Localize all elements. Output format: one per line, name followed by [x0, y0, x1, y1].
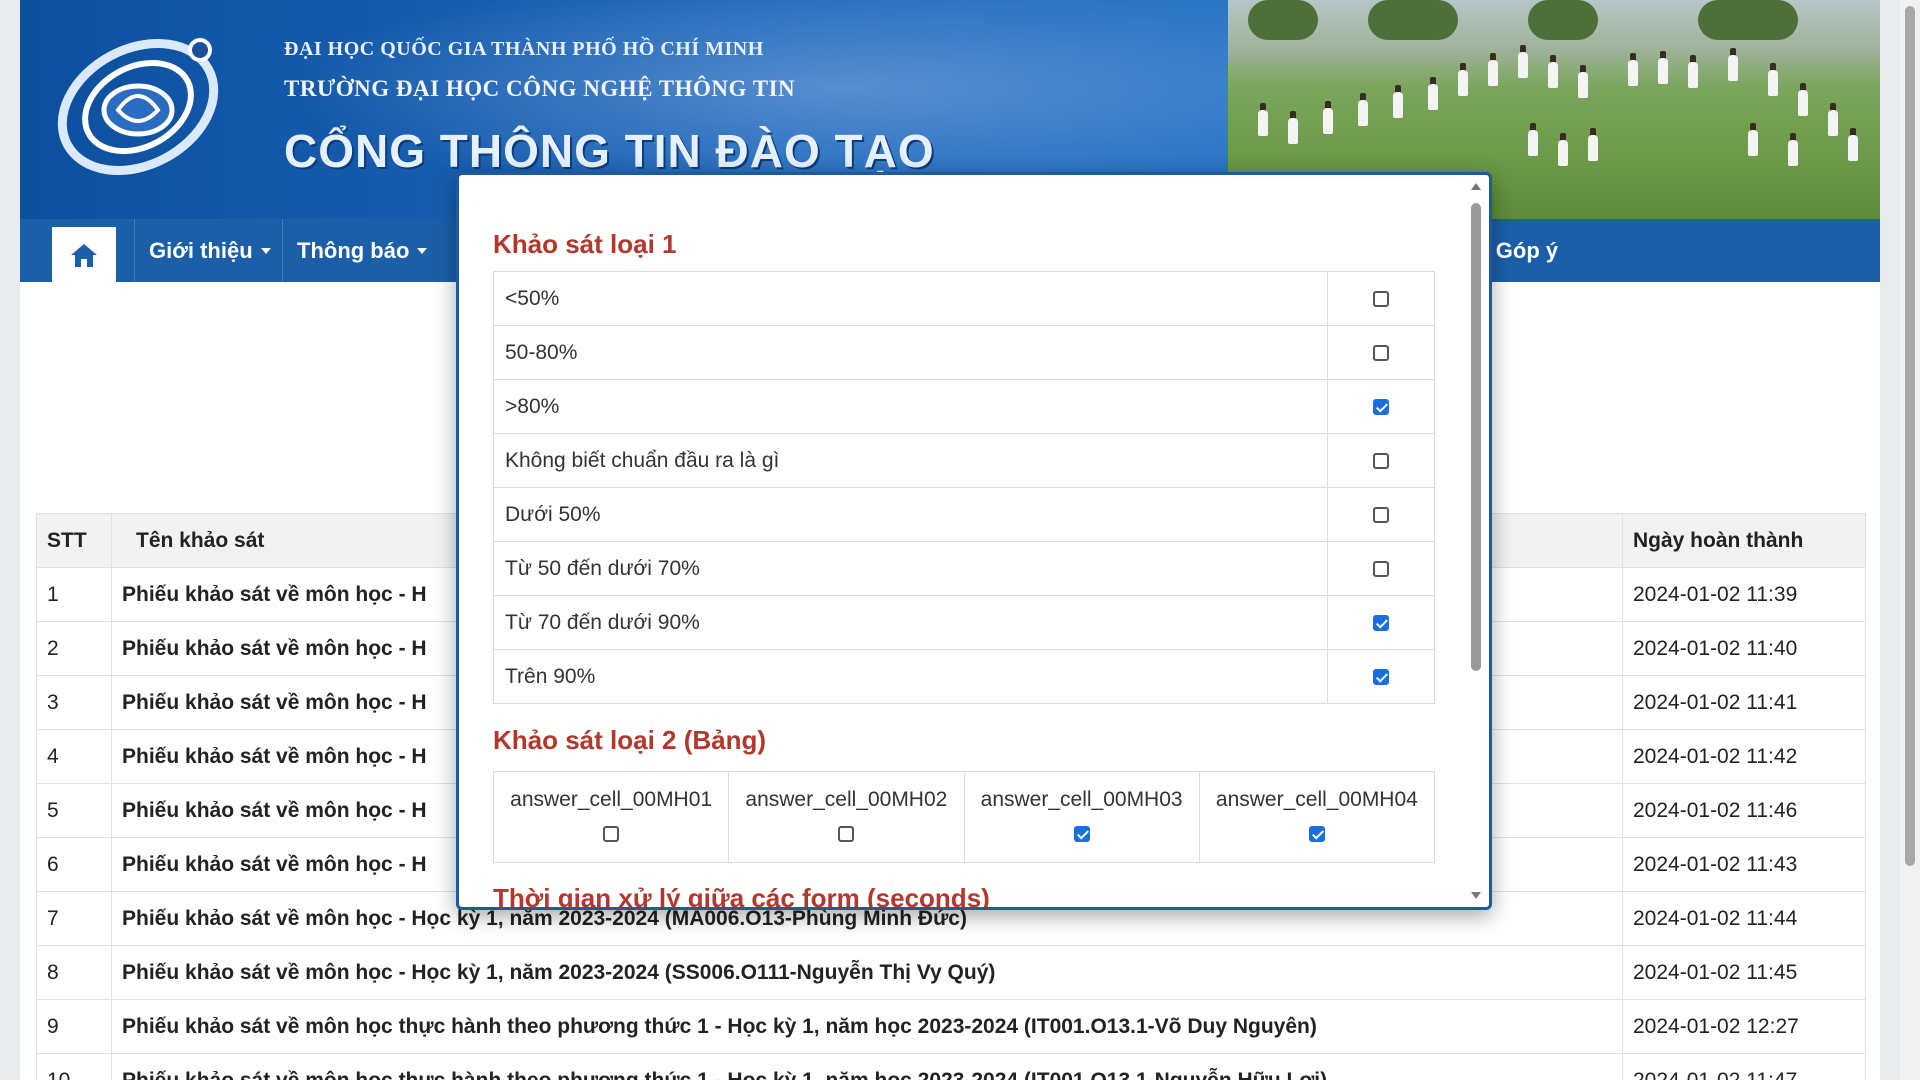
grid-cell-checkbox[interactable]: [1073, 826, 1090, 843]
row-stt: 9: [36, 999, 112, 1054]
grid-cell: answer_cell_00MH03: [963, 771, 1200, 863]
row-date: 2024-01-02 11:40: [1622, 621, 1866, 676]
row-stt: 10: [36, 1053, 112, 1080]
row-stt: 2: [36, 621, 112, 676]
option-row: Từ 70 đến dưới 90%: [493, 595, 1435, 650]
option-label: Không biết chuẩn đầu ra là gì: [493, 433, 1328, 488]
row-stt: 3: [36, 675, 112, 730]
page: ĐẠI HỌC QUỐC GIA THÀNH PHỐ HỒ CHÍ MINH T…: [20, 0, 1880, 1080]
option-checkbox[interactable]: [1373, 614, 1389, 631]
home-icon: [71, 243, 97, 267]
row-stt: 4: [36, 729, 112, 784]
row-date: 2024-01-02 11:39: [1622, 567, 1866, 622]
option-checkbox[interactable]: [1373, 668, 1389, 685]
option-label: >80%: [493, 379, 1328, 434]
banner-portal-title: CỔNG THÔNG TIN ĐÀO TẠO: [284, 125, 935, 177]
row-stt: 7: [36, 891, 112, 946]
caret-down-icon: [417, 247, 428, 254]
page-scrollbar[interactable]: [1900, 0, 1920, 1080]
nav-item-label: Thông báo: [297, 237, 410, 263]
grid-cell-label: answer_cell_00MH02: [745, 788, 948, 811]
option-label: <50%: [493, 271, 1328, 326]
caret-down-icon: [260, 247, 271, 254]
nav-home-button[interactable]: [52, 227, 116, 282]
modal-content: Khảo sát loại 1 <50% 50-80% >80% Không b…: [459, 175, 1463, 907]
row-survey-name[interactable]: Phiếu khảo sát về môn học thực hành theo…: [111, 999, 1623, 1054]
option-label: Dưới 50%: [493, 487, 1328, 542]
modal-scrollbar[interactable]: [1469, 181, 1483, 901]
option-checkbox[interactable]: [1373, 398, 1389, 415]
survey-type-1-options: <50% 50-80% >80% Không biết chuẩn đầu ra…: [493, 271, 1435, 704]
table-row: 10 Phiếu khảo sát về môn học thực hành th…: [36, 1053, 1866, 1080]
scroll-down-icon[interactable]: [1471, 892, 1481, 899]
grid-cell: answer_cell_00MH02: [728, 771, 965, 863]
section-survey-type-2-title: Khảo sát loại 2 (Bảng): [493, 725, 767, 755]
scroll-up-icon[interactable]: [1471, 183, 1481, 190]
row-stt: 5: [36, 783, 112, 838]
section-survey-type-1-title: Khảo sát loại 1: [493, 229, 677, 259]
grid-cell-label: answer_cell_00MH01: [510, 788, 713, 811]
row-date: 2024-01-02 11:41: [1622, 675, 1866, 730]
option-checkbox[interactable]: [1373, 344, 1389, 361]
option-row: Dưới 50%: [493, 487, 1435, 542]
row-date: 2024-01-02 11:47: [1622, 1053, 1866, 1080]
banner-school-line: TRƯỜNG ĐẠI HỌC CÔNG NGHỆ THÔNG TIN: [284, 76, 796, 101]
option-label: 50-80%: [493, 325, 1328, 380]
grid-row: answer_cell_00MH01 answer_cell_00MH02 an…: [492, 771, 1436, 863]
option-row: Không biết chuẩn đầu ra là gì: [493, 433, 1435, 488]
grid-cell-checkbox[interactable]: [1308, 826, 1325, 843]
university-logo: [57, 38, 219, 176]
grid-cell-checkbox[interactable]: [603, 826, 620, 843]
option-label: Từ 70 đến dưới 90%: [493, 595, 1328, 650]
option-row: <50%: [493, 271, 1435, 326]
nav-item-thong-bao[interactable]: Thông báo: [282, 219, 441, 282]
row-date: 2024-01-02 12:27: [1622, 999, 1866, 1054]
grid-cell-label: answer_cell_00MH04: [1215, 788, 1418, 811]
row-date: 2024-01-02 11:42: [1622, 729, 1866, 784]
option-row: Từ 50 đến dưới 70%: [493, 541, 1435, 596]
grid-cell-label: answer_cell_00MH03: [980, 788, 1183, 811]
grid-cell: answer_cell_00MH01: [492, 771, 730, 863]
page-scroll-thumb[interactable]: [1905, 6, 1915, 866]
option-row: Trên 90%: [493, 649, 1435, 704]
option-label: Từ 50 đến dưới 70%: [493, 541, 1328, 596]
option-checkbox[interactable]: [1373, 290, 1389, 307]
row-date: 2024-01-02 11:43: [1622, 837, 1866, 892]
grid-cell: answer_cell_00MH04: [1198, 771, 1436, 863]
option-label: Trên 90%: [493, 649, 1328, 704]
survey-type-2-grid: answer_cell_00MH01 answer_cell_00MH02 an…: [492, 771, 1436, 863]
row-survey-name[interactable]: Phiếu khảo sát về môn học - Học kỳ 1, nă…: [111, 945, 1623, 1000]
table-row: 8 Phiếu khảo sát về môn học - Học kỳ 1, n…: [36, 945, 1866, 1000]
row-survey-name[interactable]: Phiếu khảo sát về môn học thực hành theo…: [111, 1053, 1623, 1080]
nav-item-label: Giới thiệu: [149, 237, 253, 263]
row-date: 2024-01-02 11:45: [1622, 945, 1866, 1000]
survey-result-modal: Khảo sát loại 1 <50% 50-80% >80% Không b…: [456, 172, 1492, 910]
option-checkbox[interactable]: [1373, 560, 1389, 577]
option-checkbox[interactable]: [1373, 452, 1389, 469]
nav-item-gioi-thieu[interactable]: Giới thiệu: [134, 219, 285, 282]
modal-scroll-thumb[interactable]: [1471, 203, 1481, 671]
row-date: 2024-01-02 11:44: [1622, 891, 1866, 946]
option-checkbox[interactable]: [1373, 506, 1389, 523]
header-stt: STT: [36, 513, 112, 568]
row-stt: 6: [36, 837, 112, 892]
option-row: >80%: [493, 379, 1435, 434]
section-processing-time-title: Thời gian xử lý giữa các form (seconds): [493, 883, 990, 907]
grid-cell-checkbox[interactable]: [838, 826, 855, 843]
banner-university-line: ĐẠI HỌC QUỐC GIA THÀNH PHỐ HỒ CHÍ MINH: [284, 38, 764, 60]
table-row: 9 Phiếu khảo sát về môn học thực hành the…: [36, 999, 1866, 1054]
row-stt: 1: [36, 567, 112, 622]
option-row: 50-80%: [493, 325, 1435, 380]
header-completion-date: Ngày hoàn thành: [1622, 513, 1866, 568]
row-stt: 8: [36, 945, 112, 1000]
row-date: 2024-01-02 11:46: [1622, 783, 1866, 838]
